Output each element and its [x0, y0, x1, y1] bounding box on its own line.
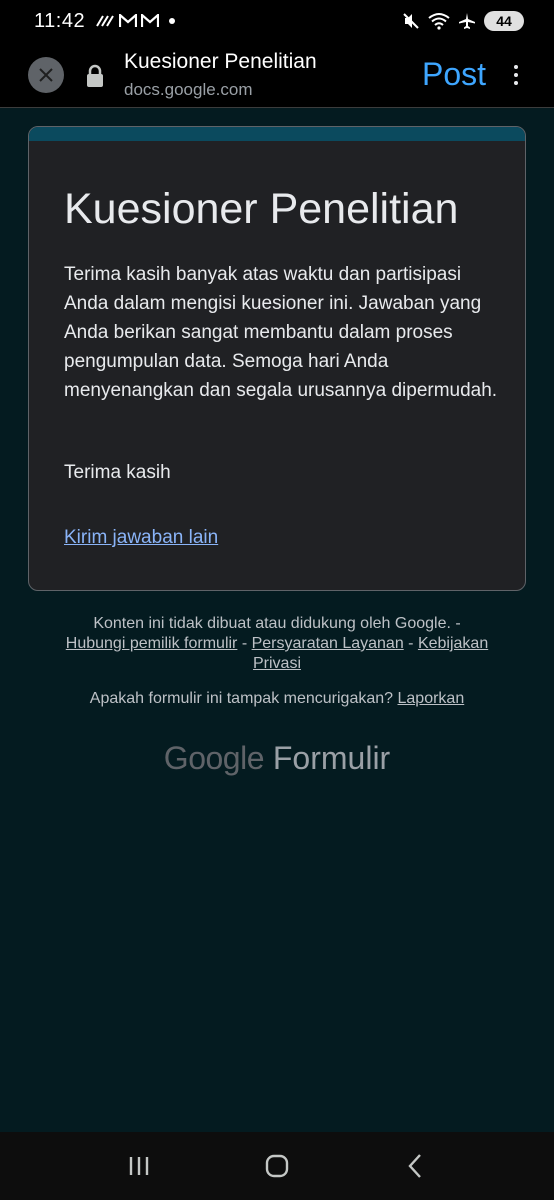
form-title: Kuesioner Penelitian	[64, 185, 459, 233]
contact-owner-link[interactable]: Hubungi pemilik formulir	[66, 635, 238, 652]
gmail-icon	[141, 14, 160, 27]
close-button[interactable]	[28, 56, 64, 93]
form-footer: Konten ini tidak dibuat atau didukung ol…	[40, 614, 514, 674]
confirmation-card: Kuesioner Penelitian Terima kasih banyak…	[28, 126, 526, 591]
brand-google: Google	[163, 740, 265, 776]
battery-level: 44	[496, 13, 512, 29]
battery-indicator: 44	[484, 11, 524, 31]
close-icon	[39, 67, 53, 82]
home-button[interactable]	[257, 1146, 297, 1186]
mute-icon	[403, 13, 419, 29]
system-navigation-bar	[0, 1132, 554, 1200]
suspicious-text: Apakah formulir ini tampak mencurigakan?	[89, 690, 394, 707]
signal-strength-icon	[96, 15, 114, 27]
wifi-icon	[428, 13, 450, 30]
brand-product: Formulir	[272, 740, 391, 776]
back-button[interactable]	[395, 1146, 435, 1186]
page-url: docs.google.com	[124, 79, 253, 99]
back-icon	[408, 1154, 421, 1178]
system-icons: 44	[402, 11, 524, 31]
report-row: Apakah formulir ini tampak mencurigakan?…	[0, 690, 554, 708]
footer-separator: -	[403, 635, 418, 652]
thanks-text: Terima kasih	[64, 462, 171, 483]
footer-notice: Konten ini tidak dibuat atau didukung ol…	[93, 615, 461, 632]
browser-toolbar: Kuesioner Penelitian docs.google.com Pos…	[0, 42, 554, 108]
footer-separator: -	[237, 635, 252, 652]
home-icon	[265, 1154, 289, 1178]
gmail-icon	[119, 14, 138, 27]
lock-icon[interactable]	[84, 62, 106, 88]
page-title: Kuesioner Penelitian	[124, 49, 317, 73]
recent-apps-icon	[129, 1157, 149, 1175]
post-button[interactable]: Post	[422, 56, 486, 93]
more-options-icon[interactable]	[514, 64, 518, 85]
status-bar: 11:42 44	[0, 0, 554, 42]
status-time: 11:42	[34, 9, 86, 32]
page-info[interactable]: Kuesioner Penelitian docs.google.com	[124, 50, 317, 100]
airplane-icon	[459, 13, 475, 29]
report-link[interactable]: Laporkan	[398, 690, 465, 707]
confirmation-message: Terima kasih banyak atas waktu dan parti…	[64, 264, 498, 401]
dot-icon	[169, 18, 176, 24]
card-accent-band	[29, 127, 525, 141]
google-forms-logo[interactable]: Google Formulir	[0, 740, 554, 777]
terms-link[interactable]: Persyaratan Layanan	[252, 635, 404, 652]
notification-icons	[95, 14, 176, 28]
recent-apps-button[interactable]	[119, 1146, 159, 1186]
submit-another-response-link[interactable]: Kirim jawaban lain	[64, 527, 218, 549]
